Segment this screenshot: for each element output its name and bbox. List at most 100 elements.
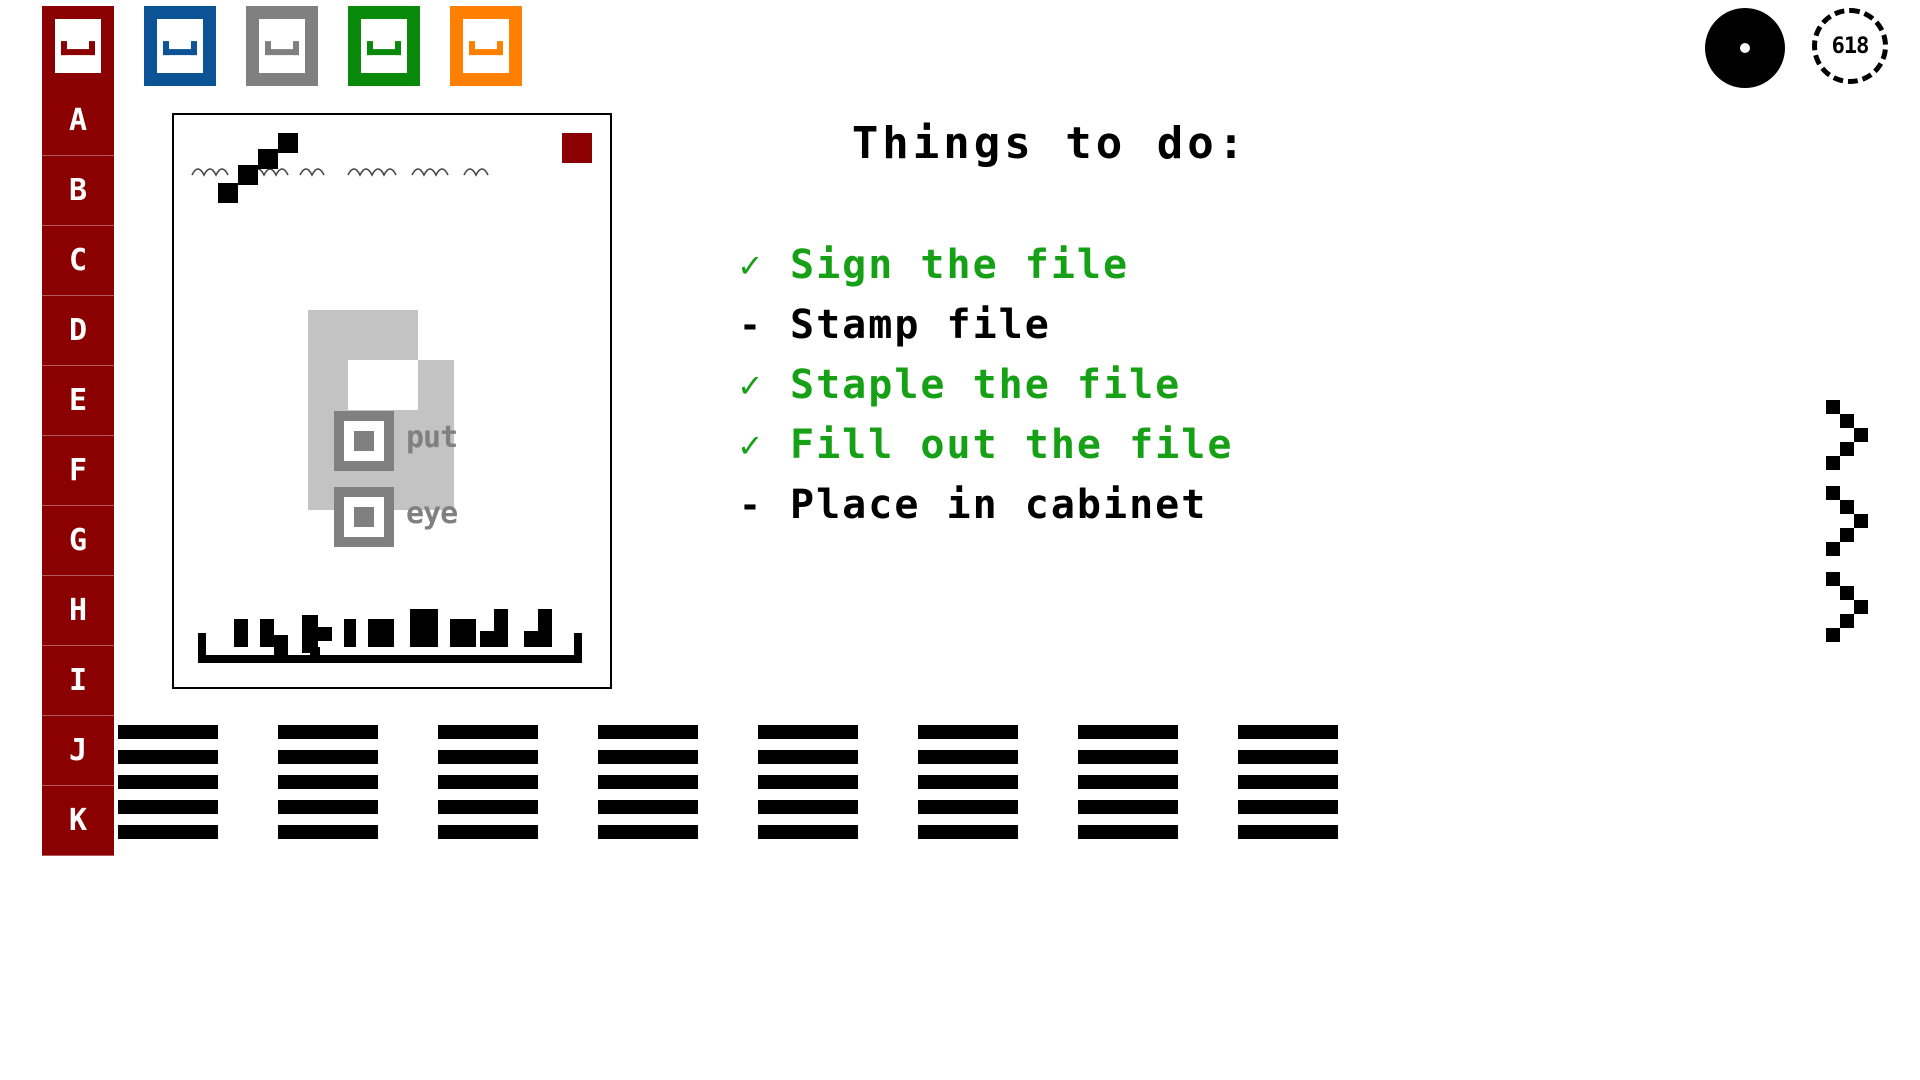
- file-bar: [438, 825, 538, 839]
- app-root: ABCDEFGHIJK put eye Things to do: ✓ Sign…: [0, 0, 1920, 1080]
- file-stack[interactable]: [1238, 725, 1338, 839]
- file-bar: [118, 800, 218, 814]
- file-bar: [118, 750, 218, 764]
- todo-item-label: Stamp file: [790, 302, 1051, 348]
- todo-item[interactable]: ✓ Staple the file: [734, 355, 1400, 415]
- todo-item-label: Sign the file: [790, 242, 1130, 288]
- sidebar-item-label: B: [68, 173, 88, 208]
- sidebar-item-h[interactable]: H: [42, 576, 114, 646]
- file-stack[interactable]: [1078, 725, 1178, 839]
- file-bar: [438, 775, 538, 789]
- sidebar-item-i[interactable]: I: [42, 646, 114, 716]
- file-stack[interactable]: [598, 725, 698, 839]
- alphabet-sidebar: ABCDEFGHIJK: [42, 86, 114, 856]
- file-bar: [598, 775, 698, 789]
- check-icon: ✓: [739, 364, 763, 406]
- todo-title: Things to do:: [851, 118, 1249, 169]
- check-icon: ✓: [739, 244, 763, 286]
- sidebar-item-j[interactable]: J: [42, 716, 114, 786]
- chevron-right-2[interactable]: [1826, 486, 1882, 556]
- sidebar-item-e[interactable]: E: [42, 366, 114, 436]
- file-bar: [918, 800, 1018, 814]
- tab-green[interactable]: [348, 6, 420, 86]
- watermark-checkbox-put[interactable]: [334, 411, 394, 471]
- document-page[interactable]: put eye: [172, 113, 612, 689]
- file-bar: [438, 800, 538, 814]
- tray-icon: [367, 41, 401, 56]
- sidebar-item-f[interactable]: F: [42, 436, 114, 506]
- sidebar-item-label: H: [68, 593, 88, 628]
- todo-item[interactable]: - Stamp file: [734, 295, 1400, 355]
- tab-blue[interactable]: [144, 6, 216, 86]
- ink-pixel: [238, 165, 258, 185]
- file-stack[interactable]: [918, 725, 1018, 839]
- file-bar: [1238, 725, 1338, 739]
- file-bar: [918, 775, 1018, 789]
- tab-gray[interactable]: [246, 6, 318, 86]
- file-bar: [278, 725, 378, 739]
- tab-orange[interactable]: [450, 6, 522, 86]
- sidebar-item-label: I: [68, 663, 88, 698]
- file-bar: [278, 800, 378, 814]
- sidebar-item-a[interactable]: A: [42, 86, 114, 156]
- tray-icon: [265, 41, 299, 56]
- timer-value: 618: [1831, 33, 1870, 59]
- file-bar: [598, 825, 698, 839]
- ink-pad-center-dot: [1740, 43, 1750, 53]
- file-stack[interactable]: [438, 725, 538, 839]
- chevron-right-1[interactable]: [1826, 400, 1882, 470]
- sidebar-item-label: F: [68, 453, 88, 488]
- watermark-checkbox-eye[interactable]: [334, 487, 394, 547]
- ink-pixel: [258, 149, 278, 169]
- todo-item[interactable]: - Place in cabinet: [734, 475, 1400, 535]
- todo-item[interactable]: ✓ Sign the file: [734, 235, 1400, 295]
- file-bar: [118, 775, 218, 789]
- file-bar: [1238, 775, 1338, 789]
- file-stack-tray: [118, 725, 1338, 839]
- file-bar: [278, 775, 378, 789]
- watermark-label-eye: eye: [406, 496, 458, 531]
- todo-item-label: Staple the file: [790, 362, 1182, 408]
- sidebar-item-label: J: [68, 733, 88, 768]
- file-bar: [598, 800, 698, 814]
- tab-red[interactable]: [42, 6, 114, 86]
- sidebar-item-label: K: [68, 803, 88, 838]
- file-bar: [758, 825, 858, 839]
- file-stack[interactable]: [758, 725, 858, 839]
- file-bar: [918, 750, 1018, 764]
- file-bar: [918, 825, 1018, 839]
- todo-item[interactable]: ✓ Fill out the file: [734, 415, 1400, 475]
- tab-bar: [42, 6, 522, 86]
- todo-panel: Things to do: ✓ Sign the file - Stamp file ✓…: [700, 118, 1400, 535]
- tray-icon: [469, 41, 503, 56]
- file-bar: [1078, 800, 1178, 814]
- dash-icon: -: [739, 484, 763, 526]
- sidebar-item-b[interactable]: B: [42, 156, 114, 226]
- ink-pixel: [278, 133, 298, 153]
- sidebar-item-label: G: [68, 523, 88, 558]
- signature-area[interactable]: [198, 609, 582, 663]
- file-stack[interactable]: [118, 725, 218, 839]
- tray-icon: [163, 41, 197, 56]
- sidebar-item-d[interactable]: D: [42, 296, 114, 366]
- file-bar: [118, 825, 218, 839]
- file-bar: [1238, 825, 1338, 839]
- todo-item-label: Place in cabinet: [790, 482, 1208, 528]
- file-bar: [438, 750, 538, 764]
- sidebar-item-label: C: [68, 243, 88, 278]
- sidebar-item-k[interactable]: K: [42, 786, 114, 856]
- chevron-group: [1826, 400, 1882, 658]
- file-bar: [1078, 825, 1178, 839]
- file-stack[interactable]: [278, 725, 378, 839]
- sidebar-item-g[interactable]: G: [42, 506, 114, 576]
- tray-icon: [61, 41, 95, 56]
- dash-icon: -: [739, 304, 763, 346]
- chevron-right-3[interactable]: [1826, 572, 1882, 642]
- ink-pad-icon[interactable]: [1705, 8, 1785, 88]
- todo-list: ✓ Sign the file - Stamp file ✓ Staple the fil…: [700, 235, 1400, 535]
- file-bar: [598, 725, 698, 739]
- sidebar-item-c[interactable]: C: [42, 226, 114, 296]
- todo-item-label: Fill out the file: [790, 422, 1234, 468]
- file-bar: [758, 800, 858, 814]
- watermark-label-put: put: [406, 420, 458, 455]
